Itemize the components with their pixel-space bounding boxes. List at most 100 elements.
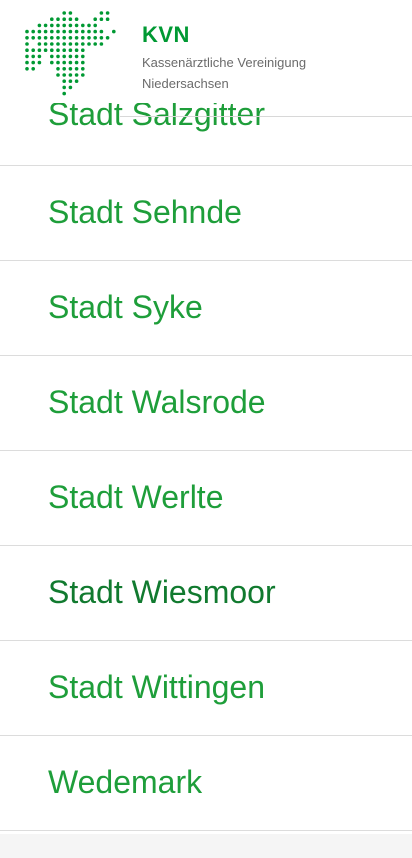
logo-dot <box>50 36 54 40</box>
logo-dot <box>43 48 48 52</box>
logo-dot <box>56 29 60 34</box>
logo-dot <box>31 54 35 59</box>
logo-dot <box>93 42 97 46</box>
logo-dot <box>81 67 85 71</box>
logo-dot <box>50 29 54 34</box>
logo-dot <box>31 48 35 52</box>
list-footer-area <box>0 834 412 858</box>
list-item-stadt-sehnde[interactable]: Stadt Sehnde <box>0 166 412 261</box>
logo-dot <box>74 79 79 83</box>
logo-dot <box>37 36 42 40</box>
logo-dot <box>62 17 66 21</box>
logo-dot <box>25 29 29 34</box>
kvn-logo-icon[interactable] <box>24 10 124 106</box>
logo-dot <box>25 54 29 59</box>
logo-dot <box>68 17 73 21</box>
logo-dot <box>74 42 79 46</box>
logo-dot <box>81 54 85 59</box>
page: Stadt Salzgitter Stadt Sehnde Stadt Syke… <box>0 0 412 858</box>
logo-dot <box>74 54 79 59</box>
logo-dot <box>56 60 60 65</box>
logo-dot <box>68 29 73 34</box>
logo-dot <box>62 67 66 71</box>
logo-dot <box>50 17 54 21</box>
logo-dot <box>31 60 35 65</box>
list-item-label: Wedemark <box>48 764 203 800</box>
logo-dot <box>56 23 60 28</box>
list-item-label: Stadt Wittingen <box>48 669 265 705</box>
logo-dot <box>74 29 79 34</box>
list-item-label: Stadt Sehnde <box>48 194 242 230</box>
logo-dot <box>25 48 29 52</box>
brand-subtitle-line1: Kassenärztliche Vereinigung <box>142 55 307 70</box>
logo-dot <box>25 42 29 46</box>
logo-dot <box>74 67 79 71</box>
logo-dot <box>62 36 66 40</box>
logo-dot <box>68 85 73 90</box>
list-item-stadt-werlte[interactable]: Stadt Werlte <box>0 451 412 546</box>
logo-dot <box>68 11 73 15</box>
logo-dot <box>62 42 66 46</box>
logo-dot <box>93 23 97 28</box>
logo-dot <box>74 60 79 65</box>
logo-dot <box>50 42 54 46</box>
logo-dot <box>56 73 60 77</box>
logo-dot <box>43 36 48 40</box>
logo-dot <box>62 60 66 65</box>
logo-dot <box>56 36 60 40</box>
logo-dot <box>62 48 66 52</box>
logo-dot <box>37 23 42 28</box>
list-item-wedemark[interactable]: Wedemark <box>0 736 412 831</box>
logo-dot <box>50 54 54 59</box>
logo-dot <box>87 29 91 34</box>
logo-dot <box>68 36 73 40</box>
logo-dot <box>81 29 85 34</box>
list-item-stadt-wittingen[interactable]: Stadt Wittingen <box>0 641 412 736</box>
logo-dot <box>105 11 110 15</box>
logo-dot <box>43 42 48 46</box>
list-item-stadt-wiesmoor[interactable]: Stadt Wiesmoor <box>0 546 412 641</box>
logo-dot <box>56 17 60 21</box>
logo-dot <box>25 67 29 71</box>
logo-dot <box>56 48 60 52</box>
logo-dot <box>62 73 66 77</box>
logo-dot <box>31 29 35 34</box>
logo-dot <box>87 42 91 46</box>
logo-dot <box>99 42 104 46</box>
logo-dot <box>74 23 79 28</box>
logo-dot <box>56 54 60 59</box>
list-item-label: Stadt Walsrode <box>48 384 266 420</box>
logo-dot <box>25 36 29 40</box>
logo-dot <box>50 23 54 28</box>
logo-dot <box>93 36 97 40</box>
logo-dot <box>37 42 42 46</box>
logo-dot <box>62 79 66 83</box>
logo-dot <box>93 29 97 34</box>
logo-dot <box>99 29 104 34</box>
logo-dot <box>74 17 79 21</box>
logo-dot <box>74 48 79 52</box>
logo-dot <box>105 36 110 40</box>
municipality-list: Stadt Salzgitter Stadt Sehnde Stadt Syke… <box>0 72 412 831</box>
list-item-label: Stadt Werlte <box>48 479 224 515</box>
list-item-label: Stadt Syke <box>48 289 203 325</box>
logo-dot <box>62 23 66 28</box>
logo-dot <box>68 48 73 52</box>
brand-name: KVN <box>142 22 190 47</box>
header-divider <box>120 116 412 117</box>
logo-dot <box>43 23 48 28</box>
logo-dot <box>81 36 85 40</box>
logo-dot <box>81 73 85 77</box>
logo-dot <box>43 29 48 34</box>
logo-dot <box>31 36 35 40</box>
logo-dot <box>93 17 97 21</box>
list-item-stadt-walsrode[interactable]: Stadt Walsrode <box>0 356 412 451</box>
logo-dot <box>37 48 42 52</box>
logo-dot <box>62 54 66 59</box>
logo-dot <box>68 54 73 59</box>
list-item-label: Stadt Wiesmoor <box>48 574 276 610</box>
list-item-stadt-syke[interactable]: Stadt Syke <box>0 261 412 356</box>
logo-dot <box>62 85 66 90</box>
logo-dot <box>81 48 85 52</box>
logo-dot <box>62 11 66 15</box>
